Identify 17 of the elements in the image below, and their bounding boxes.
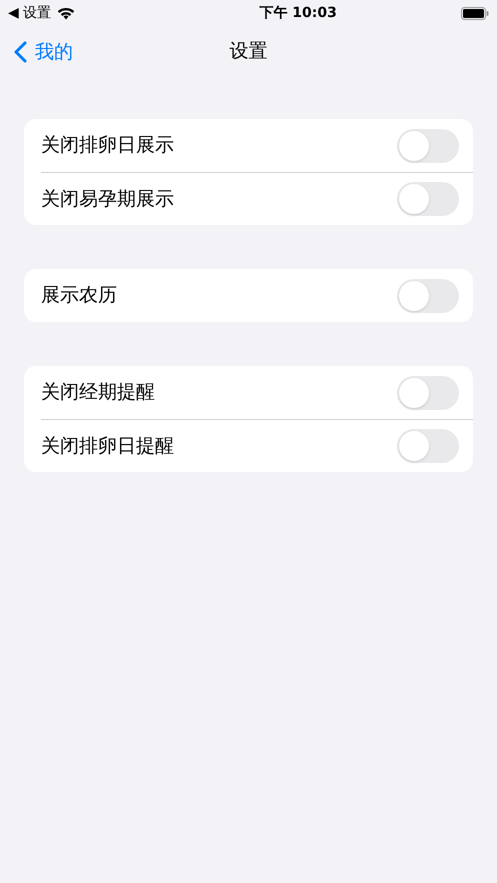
status-time: 下午 10:03 [259,4,337,22]
toggle-switch[interactable] [397,376,459,410]
setting-label: 关闭排卵日展示 [41,133,174,158]
chevron-left-icon [14,41,27,64]
wifi-icon [57,6,76,20]
setting-label: 关闭经期提醒 [41,380,155,406]
page-title: 设置 [230,38,268,64]
back-button[interactable]: 我的 [14,38,73,66]
setting-label: 关闭排卵日提醒 [41,434,174,459]
toggle-switch[interactable] [397,429,459,463]
toggle-switch[interactable] [397,278,459,312]
toggle-switch[interactable] [397,128,459,162]
setting-label: 展示农历 [41,283,117,308]
battery-icon [461,6,489,20]
back-to-app-link[interactable]: ◀ 设置 [8,2,52,24]
toggle-switch[interactable] [397,182,459,216]
setting-label: 关闭易孕期展示 [41,186,174,212]
